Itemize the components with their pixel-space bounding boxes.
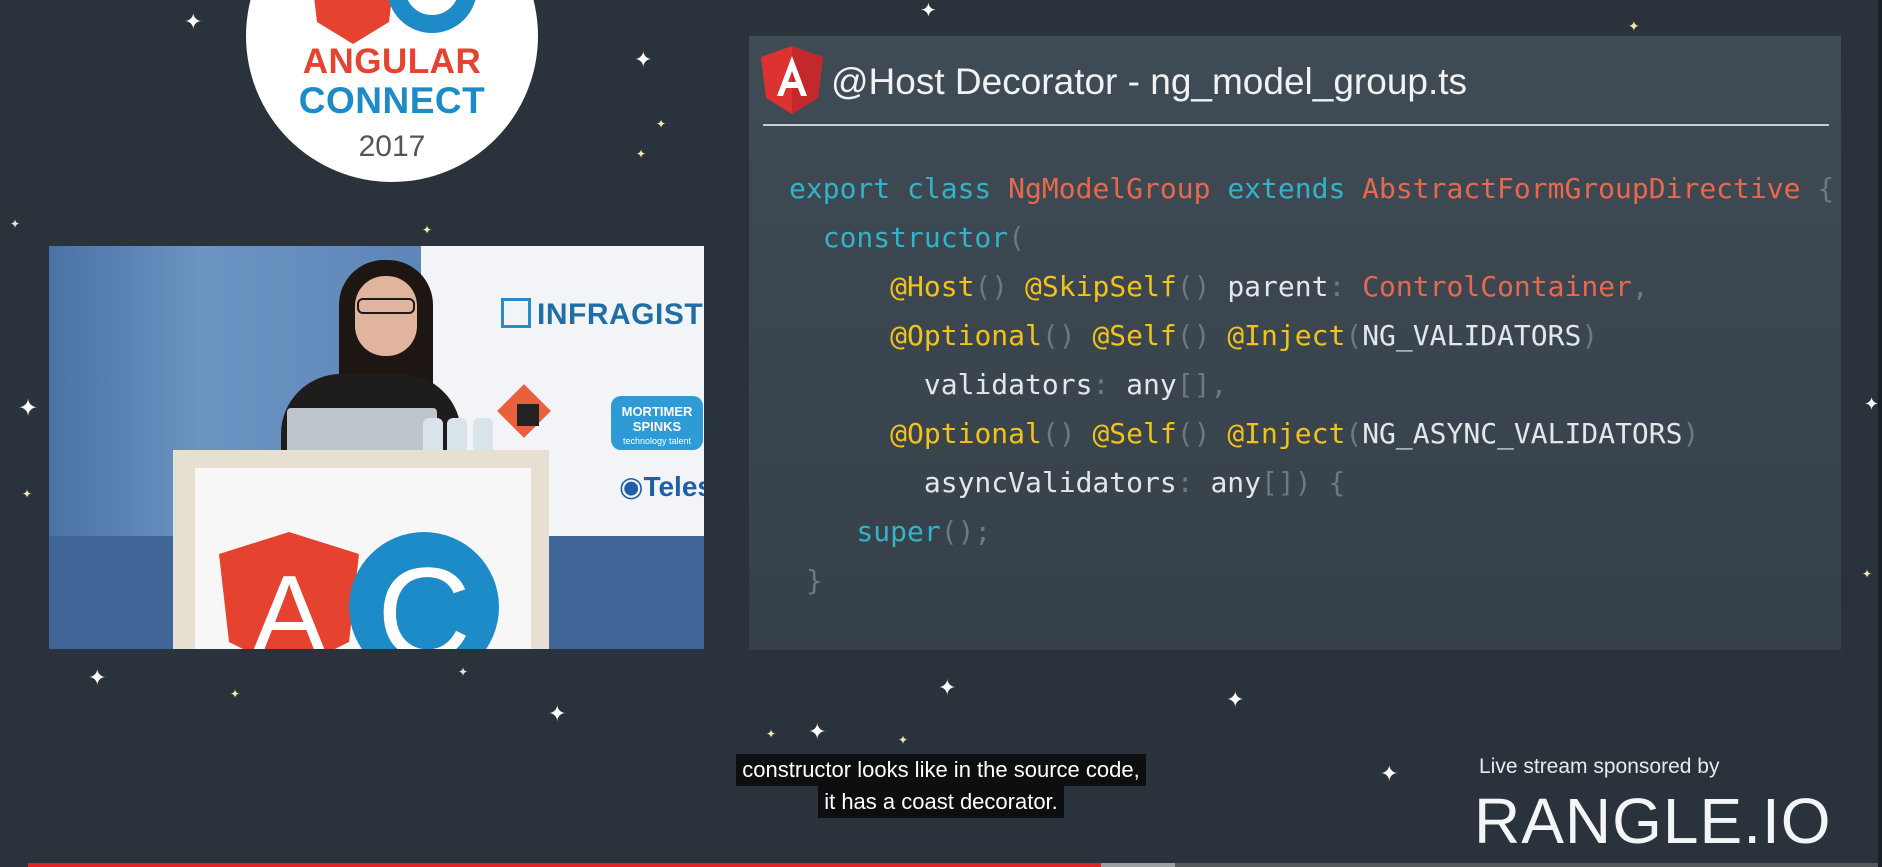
star-icon: ✦ [22, 487, 33, 501]
star-icon: ✦ [230, 687, 241, 701]
video-frame[interactable]: ✦ ✦ ✦ ✦ ✦ ✦ ✦ ✦ ✦ ✦ ✦ ✦ ✦ ✦ ✦ ✦ ✦ ✦ ✦ ✦ … [0, 0, 1882, 867]
code-line: @Optional() @Self() @Inject(NG_ASYNC_VAL… [890, 417, 1700, 450]
sponsor-label: Live stream sponsored by [1479, 755, 1720, 778]
sponsor-banner-teles: ◉Teles [619, 470, 704, 503]
logo-text-connect: CONNECT [298, 80, 486, 121]
star-icon: ✦ [1864, 394, 1880, 415]
star-icon: ✦ [422, 223, 433, 237]
star-icon: ✦ [634, 48, 653, 73]
code-line: super(); [789, 515, 992, 548]
sponsor-banner-mortimer: MORTIMER SPINKS technology talent [611, 396, 703, 450]
speaker-glasses [357, 298, 415, 314]
star-icon: ✦ [18, 394, 39, 422]
slide-title: @Host Decorator - ng_model_group.ts [831, 61, 1468, 102]
caption-line-2: it has a coast decorator. [818, 786, 1064, 818]
sponsor-banner-text: Teles [643, 471, 704, 502]
code-line: export class NgModelGroup extends Abstra… [789, 172, 1835, 205]
connect-c-icon [388, 0, 476, 33]
podium-c-logo: C [349, 532, 499, 649]
star-icon: ✦ [184, 10, 203, 35]
code-line: @Optional() @Self() @Inject(NG_VALIDATOR… [890, 319, 1599, 352]
star-icon: ✦ [10, 217, 21, 231]
caption-line-1: constructor looks like in the source cod… [736, 754, 1146, 786]
angular-a-icon [314, 0, 392, 44]
star-icon: ✦ [636, 147, 647, 161]
star-icon: ✦ [1862, 567, 1873, 581]
star-icon: ✦ [766, 727, 777, 741]
star-icon: ✦ [1628, 19, 1640, 35]
angular-shield-icon [761, 46, 823, 114]
star-icon: ✦ [458, 665, 469, 679]
code-line: @Host() @SkipSelf() parent: ControlConta… [890, 270, 1649, 303]
progress-played[interactable] [28, 863, 1101, 867]
logo-year: 2017 [358, 130, 426, 163]
podium-c-letter: C [377, 540, 471, 649]
sponsor-banner-text: INFRAGISTIC [537, 298, 704, 331]
star-icon: ✦ [808, 720, 827, 745]
speaker-video: INFRAGISTIC MORTIMER SPINKS technology t… [49, 246, 704, 649]
sponsor-banner-subtext: technology talent [622, 436, 692, 446]
infragistics-icon [501, 298, 531, 328]
code-block: export class NgModelGroup extends Abstra… [789, 164, 1834, 605]
frame-edge [1878, 0, 1882, 867]
slide-divider [763, 124, 1829, 126]
podium-a-letter: A [252, 553, 326, 649]
logo-text-angular: ANGULAR [302, 42, 482, 81]
code-line: validators: any[], [923, 368, 1228, 401]
star-icon: ✦ [938, 676, 957, 701]
code-line: } [789, 564, 823, 597]
sponsor-banner-infragistics: INFRAGISTIC [501, 298, 704, 332]
star-icon: ✦ [656, 117, 667, 131]
podium-a-logo: A [219, 532, 359, 649]
code-line: constructor( [789, 221, 1026, 254]
teles-icon: ◉ [619, 470, 644, 503]
laptop [287, 408, 437, 456]
star-icon: ✦ [898, 733, 909, 747]
star-icon: ✦ [548, 702, 567, 727]
progress-buffered [1101, 863, 1175, 867]
speaker-face [355, 276, 417, 356]
presentation-slide: @Host Decorator - ng_model_group.ts expo… [749, 36, 1841, 650]
sponsor-brand: RANGLE.IO [1474, 785, 1832, 857]
code-line: asyncValidators: any[]) { [923, 466, 1346, 499]
sponsor-banner-text: MORTIMER SPINKS [621, 404, 693, 434]
angularconnect-logo: ANGULAR CONNECT 2017 [246, 0, 538, 182]
star-icon: ✦ [1226, 688, 1245, 713]
star-icon: ✦ [920, 0, 937, 22]
star-icon: ✦ [88, 666, 107, 691]
sponsor-diamond-inner [517, 404, 539, 426]
